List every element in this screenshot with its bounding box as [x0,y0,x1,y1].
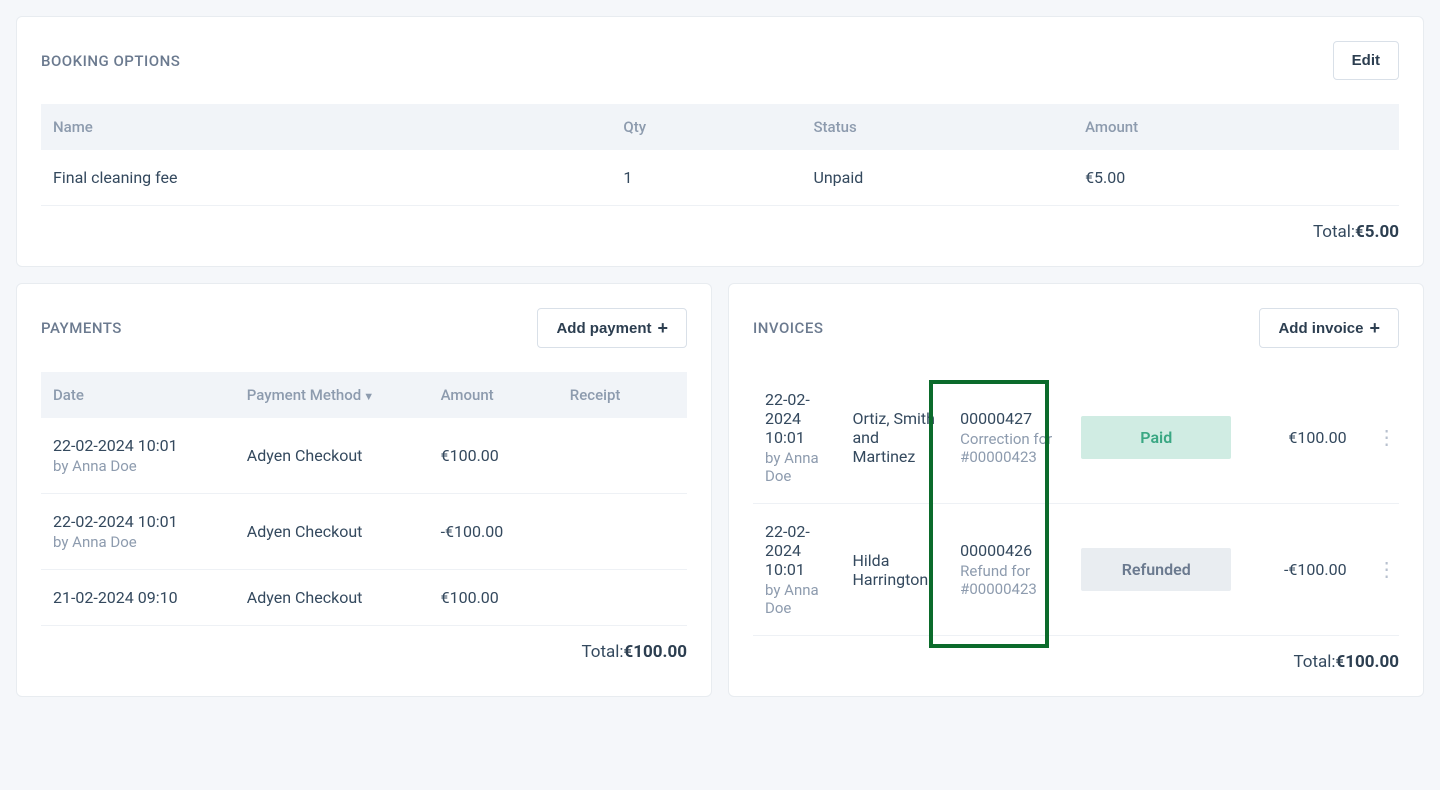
booking-options-title: BOOKING OPTIONS [41,52,180,70]
booking-options-card: BOOKING OPTIONS Edit Name Qty Status Amo… [16,16,1424,267]
total-value: €100.00 [624,642,687,662]
cell-status: Paid [1069,372,1237,504]
payments-card: PAYMENTS Add payment + Date Payment Meth… [16,283,712,697]
cell-method: Adyen Checkout [235,570,429,626]
col-amount: Amount [1073,104,1399,150]
cell-customer: Ortiz, Smith and Martinez [840,372,948,504]
col-method-label: Payment Method [247,386,361,404]
table-row: 22-02-2024 10:01 by Anna Doe Hilda Harri… [753,504,1399,636]
cell-receipt [558,418,687,494]
cell-method: Adyen Checkout [235,494,429,570]
cell-qty: 1 [611,150,801,206]
invoice-number: 00000427 [960,409,1057,428]
payments-title: PAYMENTS [41,319,122,337]
col-date: Date [41,372,235,418]
edit-button[interactable]: Edit [1333,41,1399,80]
status-badge: Paid [1081,416,1231,459]
invoice-note: Correction for #00000423 [960,430,1057,466]
by-value: by Anna Doe [765,581,828,617]
col-status: Status [801,104,1073,150]
table-row: Final cleaning fee 1 Unpaid €5.00 [41,150,1399,206]
add-payment-button[interactable]: Add payment + [537,308,687,348]
cell-date: 21-02-2024 09:10 [41,570,235,626]
date-value: 21-02-2024 09:10 [53,588,223,607]
invoices-total: Total:€100.00 [753,636,1399,672]
more-icon[interactable]: ⋮ [1371,557,1403,581]
table-row: 21-02-2024 09:10 Adyen Checkout €100.00 [41,570,687,626]
cell-date: 22-02-2024 10:01 by Anna Doe [753,504,840,636]
payments-total: Total:€100.00 [41,626,687,662]
date-value: 22-02-2024 10:01 [765,522,828,579]
more-icon[interactable]: ⋮ [1371,425,1403,449]
invoice-number: 00000426 [960,541,1057,560]
col-method[interactable]: Payment Method▼ [235,372,429,418]
date-value: 22-02-2024 10:01 [765,390,828,447]
col-receipt: Receipt [558,372,687,418]
cell-customer: Hilda Harrington [840,504,948,636]
cell-number: 00000427 Correction for #00000423 [948,372,1069,504]
cell-amount: €100.00 [1237,372,1358,504]
edit-button-label: Edit [1352,52,1380,69]
cell-amount: -€100.00 [1237,504,1358,636]
col-name: Name [41,104,611,150]
plus-icon: + [1369,319,1380,337]
cell-amount: €100.00 [429,418,558,494]
total-value: €5.00 [1355,222,1399,242]
by-value: by Anna Doe [53,457,223,475]
date-value: 22-02-2024 10:01 [53,436,223,455]
cell-date: 22-02-2024 10:01 by Anna Doe [41,418,235,494]
cell-date: 22-02-2024 10:01 by Anna Doe [41,494,235,570]
date-value: 22-02-2024 10:01 [53,512,223,531]
cell-method: Adyen Checkout [235,418,429,494]
cell-number: 00000426 Refund for #00000423 [948,504,1069,636]
booking-options-table: Name Qty Status Amount Final cleaning fe… [41,104,1399,206]
col-qty: Qty [611,104,801,150]
invoices-table: 22-02-2024 10:01 by Anna Doe Ortiz, Smit… [753,372,1399,636]
cell-amount: -€100.00 [429,494,558,570]
cell-actions: ⋮ [1359,372,1399,504]
total-label: Total: [1313,222,1355,242]
cell-receipt [558,494,687,570]
table-row: 22-02-2024 10:01 by Anna Doe Adyen Check… [41,418,687,494]
total-value: €100.00 [1336,652,1399,672]
col-amount: Amount [429,372,558,418]
table-row: 22-02-2024 10:01 by Anna Doe Ortiz, Smit… [753,372,1399,504]
add-payment-label: Add payment [556,320,651,337]
by-value: by Anna Doe [765,449,828,485]
cell-receipt [558,570,687,626]
table-row: 22-02-2024 10:01 by Anna Doe Adyen Check… [41,494,687,570]
invoices-title: INVOICES [753,319,823,337]
invoices-card: INVOICES Add invoice + 22-02-2024 10:01 [728,283,1424,697]
add-invoice-label: Add invoice [1278,320,1363,337]
by-value: by Anna Doe [53,533,223,551]
sort-caret-icon: ▼ [363,390,374,403]
cell-status: Refunded [1069,504,1237,636]
total-label: Total: [581,642,623,662]
payments-table: Date Payment Method▼ Amount Receipt 22-0… [41,372,687,626]
booking-options-total: Total:€5.00 [41,206,1399,242]
cell-name: Final cleaning fee [41,150,611,206]
cell-status: Unpaid [801,150,1073,206]
cell-amount: €100.00 [429,570,558,626]
add-invoice-button[interactable]: Add invoice + [1259,308,1399,348]
invoice-note: Refund for #00000423 [960,562,1057,598]
status-badge: Refunded [1081,548,1231,591]
cell-amount: €5.00 [1073,150,1399,206]
plus-icon: + [657,319,668,337]
total-label: Total: [1293,652,1335,672]
cell-actions: ⋮ [1359,504,1399,636]
cell-date: 22-02-2024 10:01 by Anna Doe [753,372,840,504]
